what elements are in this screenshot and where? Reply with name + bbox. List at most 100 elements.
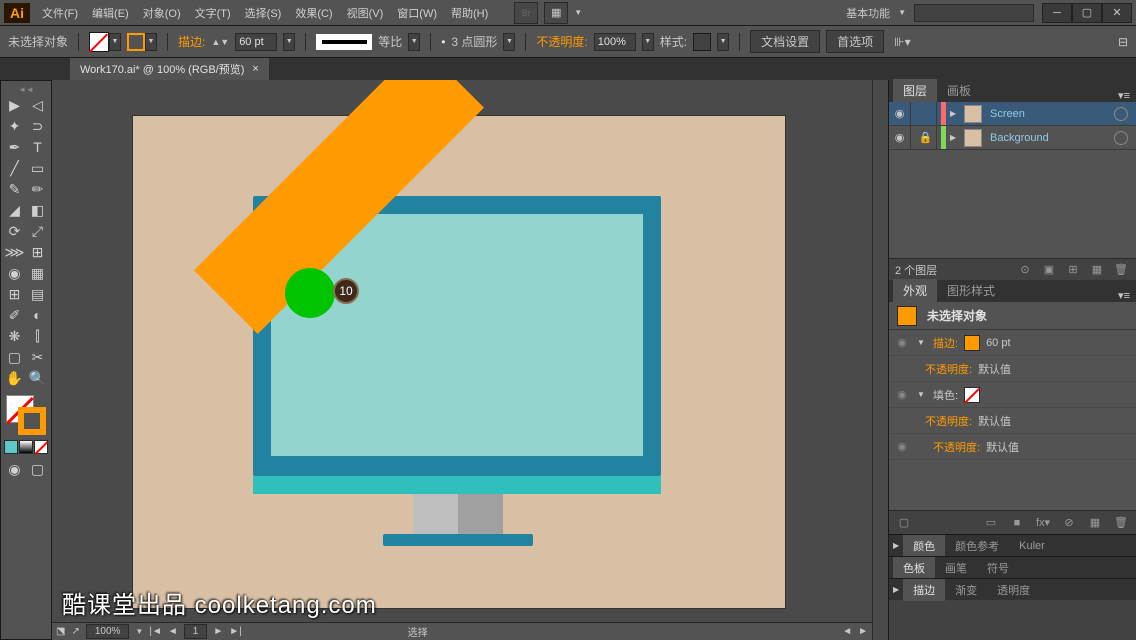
align-icon[interactable]: ⊪▾: [894, 35, 910, 49]
expand-icon[interactable]: ▶: [950, 109, 960, 118]
style-swatch[interactable]: [693, 33, 711, 51]
new-sublayer-icon[interactable]: ⊞: [1064, 262, 1082, 278]
canvas-area[interactable]: 10 酷课堂出品 coolketang.com ⬔ ↗ 100% ▼ |◄ ◄ …: [52, 80, 888, 640]
delete-layer-icon[interactable]: 🗑: [1112, 262, 1130, 278]
fill-dropdown[interactable]: ▼: [109, 33, 121, 51]
gradient-tab[interactable]: 渐变: [945, 579, 987, 601]
delete-icon[interactable]: 🗑: [1112, 515, 1130, 531]
page-prev-first[interactable]: |◄: [149, 626, 162, 637]
lasso-tool[interactable]: ⊃: [27, 116, 49, 136]
swatches-panel-collapsed[interactable]: 色板 画笔 符号: [889, 556, 1136, 578]
pencil-tool[interactable]: ✏: [27, 179, 49, 199]
color-tab[interactable]: 颜色: [903, 535, 945, 557]
preferences-button[interactable]: 首选项: [826, 30, 884, 53]
blend-tool[interactable]: ◐: [27, 305, 49, 325]
line-tool[interactable]: ╱: [4, 158, 26, 178]
menu-effect[interactable]: 效果(C): [289, 2, 338, 24]
menu-select[interactable]: 选择(S): [239, 2, 288, 24]
nav-icon[interactable]: ⬔: [56, 626, 65, 637]
stroke-color-swatch[interactable]: [964, 335, 980, 351]
color-mode-solid[interactable]: [4, 440, 18, 454]
pen-tool[interactable]: ✒: [4, 137, 26, 157]
style-dropdown[interactable]: ▼: [717, 33, 729, 51]
layer-row[interactable]: ◉ 🔒 ▶ Background: [889, 126, 1136, 150]
lock-toggle[interactable]: [915, 102, 937, 125]
eraser-tool[interactable]: ◧: [27, 200, 49, 220]
shape-builder-tool[interactable]: ◉: [4, 263, 26, 283]
expand-icon[interactable]: ▼: [917, 390, 927, 399]
stroke-box[interactable]: [18, 407, 46, 435]
paintbrush-tool[interactable]: ✎: [4, 179, 26, 199]
mesh-tool[interactable]: ⊞: [4, 284, 26, 304]
bridge-icon[interactable]: Br: [514, 2, 538, 24]
visibility-toggle[interactable]: ◉: [889, 102, 911, 125]
artboard-tool[interactable]: ▢: [4, 347, 26, 367]
hand-tool[interactable]: ✋: [4, 368, 26, 388]
make-clipping-mask-icon[interactable]: ▣: [1040, 262, 1058, 278]
rotate-tool[interactable]: ⟳: [4, 221, 26, 241]
menu-file[interactable]: 文件(F): [36, 2, 84, 24]
appearance-opacity-row[interactable]: 不透明度: 默认值: [889, 356, 1136, 382]
color-mode-gradient[interactable]: [19, 440, 33, 454]
opacity-dropdown[interactable]: ▼: [642, 33, 654, 51]
opacity-label[interactable]: 不透明度:: [536, 33, 587, 50]
menu-window[interactable]: 窗口(W): [391, 2, 443, 24]
layer-name[interactable]: Screen: [986, 108, 1110, 120]
fill-stroke-widget[interactable]: [6, 395, 46, 435]
layer-row[interactable]: ◉ ▶ Screen: [889, 102, 1136, 126]
screen-mode[interactable]: ▢: [27, 459, 49, 479]
menu-edit[interactable]: 编辑(E): [86, 2, 135, 24]
add-fill-icon[interactable]: ■: [1008, 515, 1026, 531]
gfx-styles-tab[interactable]: 图形样式: [937, 279, 1005, 302]
appearance-fill-row[interactable]: ◉ ▼ 填色:: [889, 382, 1136, 408]
dropdown-arrow-icon[interactable]: ▼: [898, 8, 906, 17]
appearance-opacity-row[interactable]: 不透明度: 默认值: [889, 408, 1136, 434]
stroke-profile-preview[interactable]: [316, 34, 372, 50]
opacity-label[interactable]: 不透明度:: [925, 361, 972, 377]
scroll-left[interactable]: ◄: [842, 626, 852, 637]
add-effect-icon[interactable]: fx▾: [1034, 515, 1052, 531]
menu-object[interactable]: 对象(O): [137, 2, 187, 24]
visibility-icon[interactable]: ◉: [893, 440, 911, 453]
close-tab-button[interactable]: ×: [252, 63, 258, 75]
arrange-icon[interactable]: ▦: [544, 2, 568, 24]
expand-icon[interactable]: ▼: [917, 338, 927, 347]
fill-swatch[interactable]: [89, 32, 109, 52]
free-transform-tool[interactable]: ⊞: [27, 242, 49, 262]
stroke-dropdown[interactable]: ▼: [145, 33, 157, 51]
scroll-right[interactable]: ►: [858, 626, 868, 637]
stroke-swatch[interactable]: [127, 33, 145, 51]
doc-setup-button[interactable]: 文档设置: [750, 30, 820, 53]
layer-target[interactable]: [1114, 131, 1128, 145]
magic-wand-tool[interactable]: ✦: [4, 116, 26, 136]
gradient-tool[interactable]: ▤: [27, 284, 49, 304]
swatches-tab[interactable]: 色板: [893, 557, 935, 579]
workspace-label[interactable]: 基本功能: [846, 5, 890, 21]
stroke-tab[interactable]: 描边: [903, 579, 945, 601]
new-art-icon[interactable]: ▢: [895, 515, 913, 531]
menu-help[interactable]: 帮助(H): [445, 2, 494, 24]
color-mode-none[interactable]: [34, 440, 48, 454]
document-tab[interactable]: Work170.ai* @ 100% (RGB/预览) ×: [70, 58, 269, 80]
stepper-icon[interactable]: ▲▼: [211, 37, 229, 47]
type-tool[interactable]: T: [27, 137, 49, 157]
duplicate-icon[interactable]: ▦: [1086, 515, 1104, 531]
panel-menu-icon[interactable]: ▾≡: [1112, 89, 1136, 102]
symbols-tab[interactable]: 符号: [977, 557, 1019, 579]
blob-brush-tool[interactable]: ◢: [4, 200, 26, 220]
selection-tool[interactable]: ▶: [4, 95, 26, 115]
panel-menu-icon[interactable]: ▾≡: [1112, 289, 1136, 302]
search-input[interactable]: [914, 4, 1034, 22]
slice-tool[interactable]: ✂: [27, 347, 49, 367]
stroke-panel-collapsed[interactable]: ▶ 描边 渐变 透明度: [889, 578, 1136, 600]
minimize-button[interactable]: ─: [1042, 3, 1072, 23]
maximize-button[interactable]: ▢: [1072, 3, 1102, 23]
kuler-tab[interactable]: Kuler: [1009, 537, 1055, 555]
expand-icon[interactable]: ▶: [893, 585, 903, 594]
expand-icon[interactable]: ▶: [950, 133, 960, 142]
scale-tool[interactable]: ⤢: [27, 221, 49, 241]
width-tool[interactable]: ⋙: [4, 242, 26, 262]
color-panel-collapsed[interactable]: ▶ 颜色 颜色参考 Kuler: [889, 534, 1136, 556]
page-number[interactable]: 1: [184, 624, 208, 639]
brush-dropdown[interactable]: ▼: [503, 33, 515, 51]
